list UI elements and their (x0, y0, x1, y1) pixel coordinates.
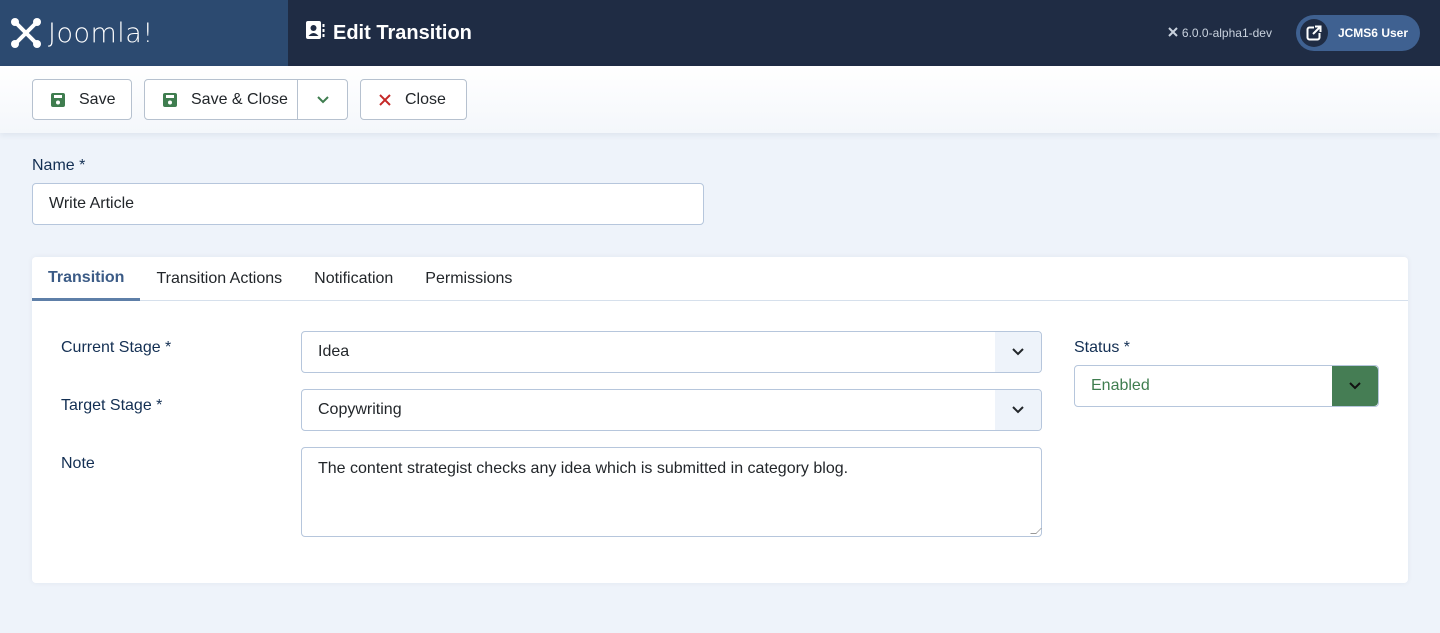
status-label: Status * (1074, 339, 1131, 356)
save-close-button[interactable]: Save & Close (144, 79, 348, 120)
external-link-icon (1299, 19, 1328, 47)
close-icon (379, 93, 391, 106)
name-label: Name * (32, 157, 86, 174)
tab-permissions[interactable]: Permissions (409, 257, 528, 301)
status-select[interactable]: Enabled (1074, 365, 1379, 407)
save-button[interactable]: Save (32, 79, 132, 120)
current-stage-value: Idea (318, 343, 350, 360)
save-icon (163, 92, 177, 107)
version-info: 6.0.0-alpha1-dev (1168, 26, 1272, 40)
save-options-dropdown-toggle[interactable] (297, 80, 347, 119)
resize-handle[interactable] (1030, 528, 1042, 534)
chevron-down-icon (995, 332, 1041, 372)
tab-list: Transition Transition Actions Notificati… (32, 257, 1408, 301)
note-label: Note (61, 455, 95, 472)
chevron-down-icon (316, 95, 329, 103)
target-stage-label: Target Stage * (61, 397, 163, 414)
transition-card: Transition Transition Actions Notificati… (32, 257, 1408, 583)
name-value: Write Article (49, 195, 135, 212)
save-label: Save (79, 90, 116, 108)
tab-transition[interactable]: Transition (32, 257, 141, 301)
user-label: JCMS6 User (1337, 26, 1408, 40)
note-value: The content strategist checks any idea w… (318, 460, 849, 477)
target-stage-select[interactable]: Copywriting (301, 389, 1042, 431)
close-label: Close (405, 90, 446, 108)
note-textarea[interactable]: The content strategist checks any idea w… (301, 447, 1042, 537)
target-stage-value: Copywriting (318, 401, 402, 418)
logo-text: Joomla! (48, 17, 154, 49)
name-input[interactable]: Write Article (32, 183, 704, 225)
current-stage-label: Current Stage * (61, 339, 172, 356)
chevron-down-icon (1332, 366, 1378, 406)
toolbar: Save Save & Close Close (0, 66, 1440, 133)
user-menu-button[interactable]: JCMS6 User (1295, 15, 1420, 51)
save-icon (51, 92, 65, 107)
joomla-logo[interactable]: Joomla! (0, 0, 288, 66)
save-close-label: Save & Close (191, 90, 288, 108)
joomla-small-icon (1168, 26, 1178, 40)
version-text: 6.0.0-alpha1-dev (1181, 26, 1272, 40)
close-button[interactable]: Close (360, 79, 467, 120)
tab-transition-actions[interactable]: Transition Actions (140, 257, 298, 301)
header: Joomla! Edit Transition 6.0.0-alpha1-dev… (0, 0, 1440, 66)
chevron-down-icon (995, 390, 1041, 430)
page-title: Edit Transition (305, 20, 472, 46)
current-stage-select[interactable]: Idea (301, 331, 1042, 373)
address-card-icon (305, 20, 325, 46)
status-value: Enabled (1091, 377, 1150, 394)
tab-notification[interactable]: Notification (298, 257, 409, 301)
page-title-text: Edit Transition (333, 21, 472, 44)
joomla-logo-icon (11, 18, 41, 48)
